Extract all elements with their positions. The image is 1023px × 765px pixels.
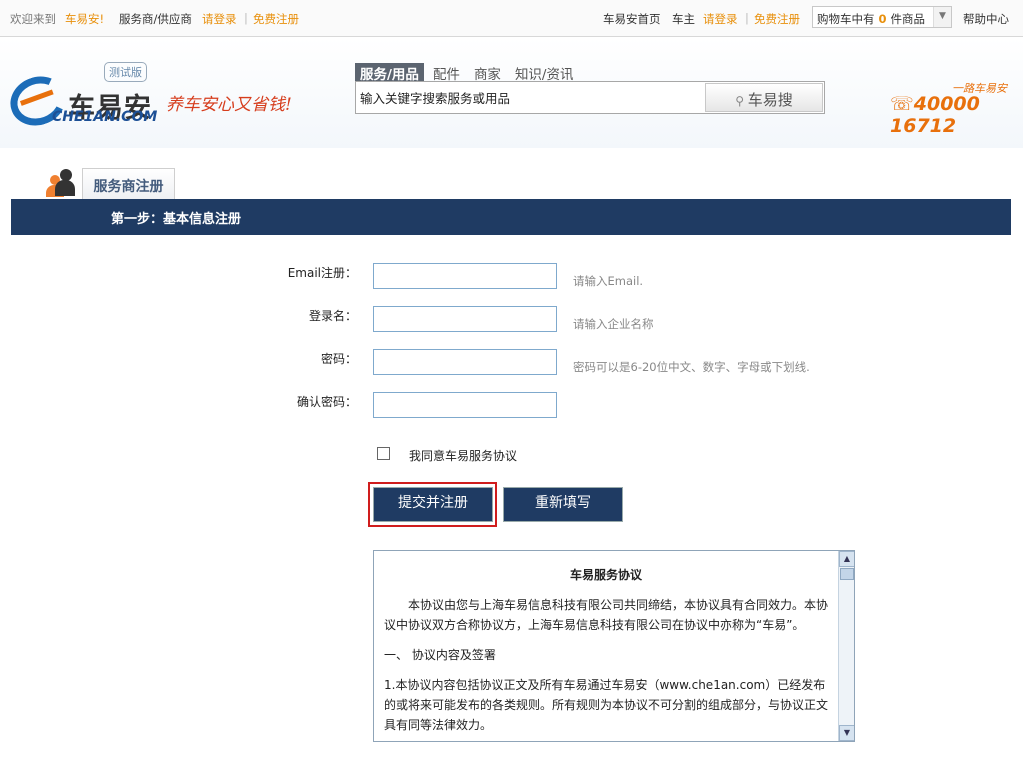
- agreement-paragraph: 1.本协议内容包括协议正文及所有车易通过车易安（www.che1an.com）已…: [384, 678, 829, 732]
- scroll-thumb[interactable]: [840, 568, 854, 580]
- search-input[interactable]: [358, 84, 703, 111]
- beta-badge: 测试版: [104, 62, 147, 82]
- scrollbar[interactable]: ▲ ▼: [838, 551, 854, 741]
- tab-merchants[interactable]: 商家: [469, 63, 506, 83]
- slogan: 养车安心又省钱!: [166, 95, 292, 115]
- search-button-label: 车易搜: [747, 91, 793, 109]
- brand-link[interactable]: 车易安!: [65, 11, 104, 27]
- agreement-section: 一、 协议内容及签署: [384, 648, 496, 662]
- register-link[interactable]: 免费注册: [253, 11, 299, 27]
- password-label: 密码：: [320, 352, 357, 366]
- separator: |: [745, 11, 749, 25]
- search-button[interactable]: ⚲ 车易搜: [705, 83, 823, 112]
- users-icon: [30, 167, 75, 199]
- chevron-down-icon[interactable]: ▼: [933, 7, 951, 27]
- phone-icon: ☏: [890, 93, 914, 115]
- cart-count: 0: [878, 12, 887, 26]
- step-title: 第一步：基本信息注册: [11, 199, 1011, 235]
- tab-knowledge[interactable]: 知识/资讯: [510, 63, 579, 83]
- welcome-text: 欢迎来到: [10, 12, 56, 26]
- email-hint: 请输入Email.: [573, 274, 644, 288]
- tab-parts[interactable]: 配件: [428, 63, 465, 83]
- agree-label: 我同意车易服务协议: [409, 449, 518, 463]
- search-icon: ⚲: [735, 94, 748, 108]
- login-link[interactable]: 请登录: [202, 11, 237, 27]
- login-name-hint: 请输入企业名称: [573, 317, 654, 331]
- home-link[interactable]: 车易安首页: [603, 11, 661, 27]
- owner-text: 车主: [672, 12, 695, 26]
- agreement-content: 车易服务协议 本协议由您与上海车易信息科技有限公司共同缔结，本协议具有合同效力。…: [374, 551, 838, 741]
- help-link[interactable]: 帮助中心: [963, 11, 1009, 27]
- reset-button[interactable]: 重新填写: [503, 487, 623, 522]
- cart-suffix: 件商品: [890, 12, 926, 26]
- owner-register-link[interactable]: 免费注册: [754, 11, 800, 27]
- search-box: ⚲ 车易搜: [355, 81, 825, 114]
- tab-provider-register[interactable]: 服务商注册: [82, 168, 175, 199]
- confirm-password-field[interactable]: [373, 392, 557, 418]
- confirm-password-label: 确认密码：: [296, 395, 357, 409]
- agree-checkbox[interactable]: [377, 447, 390, 460]
- provider-text: 服务商/供应商: [119, 12, 192, 26]
- agreement-box[interactable]: 车易服务协议 本协议由您与上海车易信息科技有限公司共同缔结，本协议具有合同效力。…: [373, 550, 855, 742]
- email-field[interactable]: [373, 263, 557, 289]
- header: 车易安 CHE1AN.COM 测试版 养车安心又省钱! 服务/用品 配件 商家 知识/…: [0, 38, 1023, 148]
- login-name-field[interactable]: [373, 306, 557, 332]
- password-hint: 密码可以是6-20位中文、数字、字母或下划线.: [573, 360, 810, 374]
- password-field[interactable]: [373, 349, 557, 375]
- separator: |: [244, 11, 248, 25]
- top-bar: 欢迎来到 车易安! 服务商/供应商 请登录 | 免费注册 车易安首页 车主 请登…: [0, 0, 1023, 37]
- scroll-up-icon[interactable]: ▲: [839, 551, 854, 567]
- submit-button[interactable]: 提交并注册: [373, 487, 493, 522]
- login-name-label: 登录名：: [308, 309, 357, 323]
- cart-dropdown[interactable]: 购物车中有 0 件商品 ▼: [812, 6, 952, 28]
- tab-services[interactable]: 服务/用品: [355, 63, 424, 83]
- search-tabs: 服务/用品 配件 商家 知识/资讯: [355, 63, 583, 83]
- agreement-paragraph: 本协议由您与上海车易信息科技有限公司共同缔结，本协议具有合同效力。本协议中协议双…: [384, 598, 829, 632]
- email-label: Email注册：: [287, 266, 357, 280]
- scroll-down-icon[interactable]: ▼: [839, 725, 854, 741]
- hotline-number: ☏40000 16712: [890, 93, 1023, 137]
- owner-login-link[interactable]: 请登录: [703, 11, 738, 27]
- logo-domain: CHE1AN.COM: [52, 109, 158, 125]
- agreement-title: 车易服务协议: [569, 568, 642, 582]
- cart-prefix: 购物车中有: [817, 12, 875, 26]
